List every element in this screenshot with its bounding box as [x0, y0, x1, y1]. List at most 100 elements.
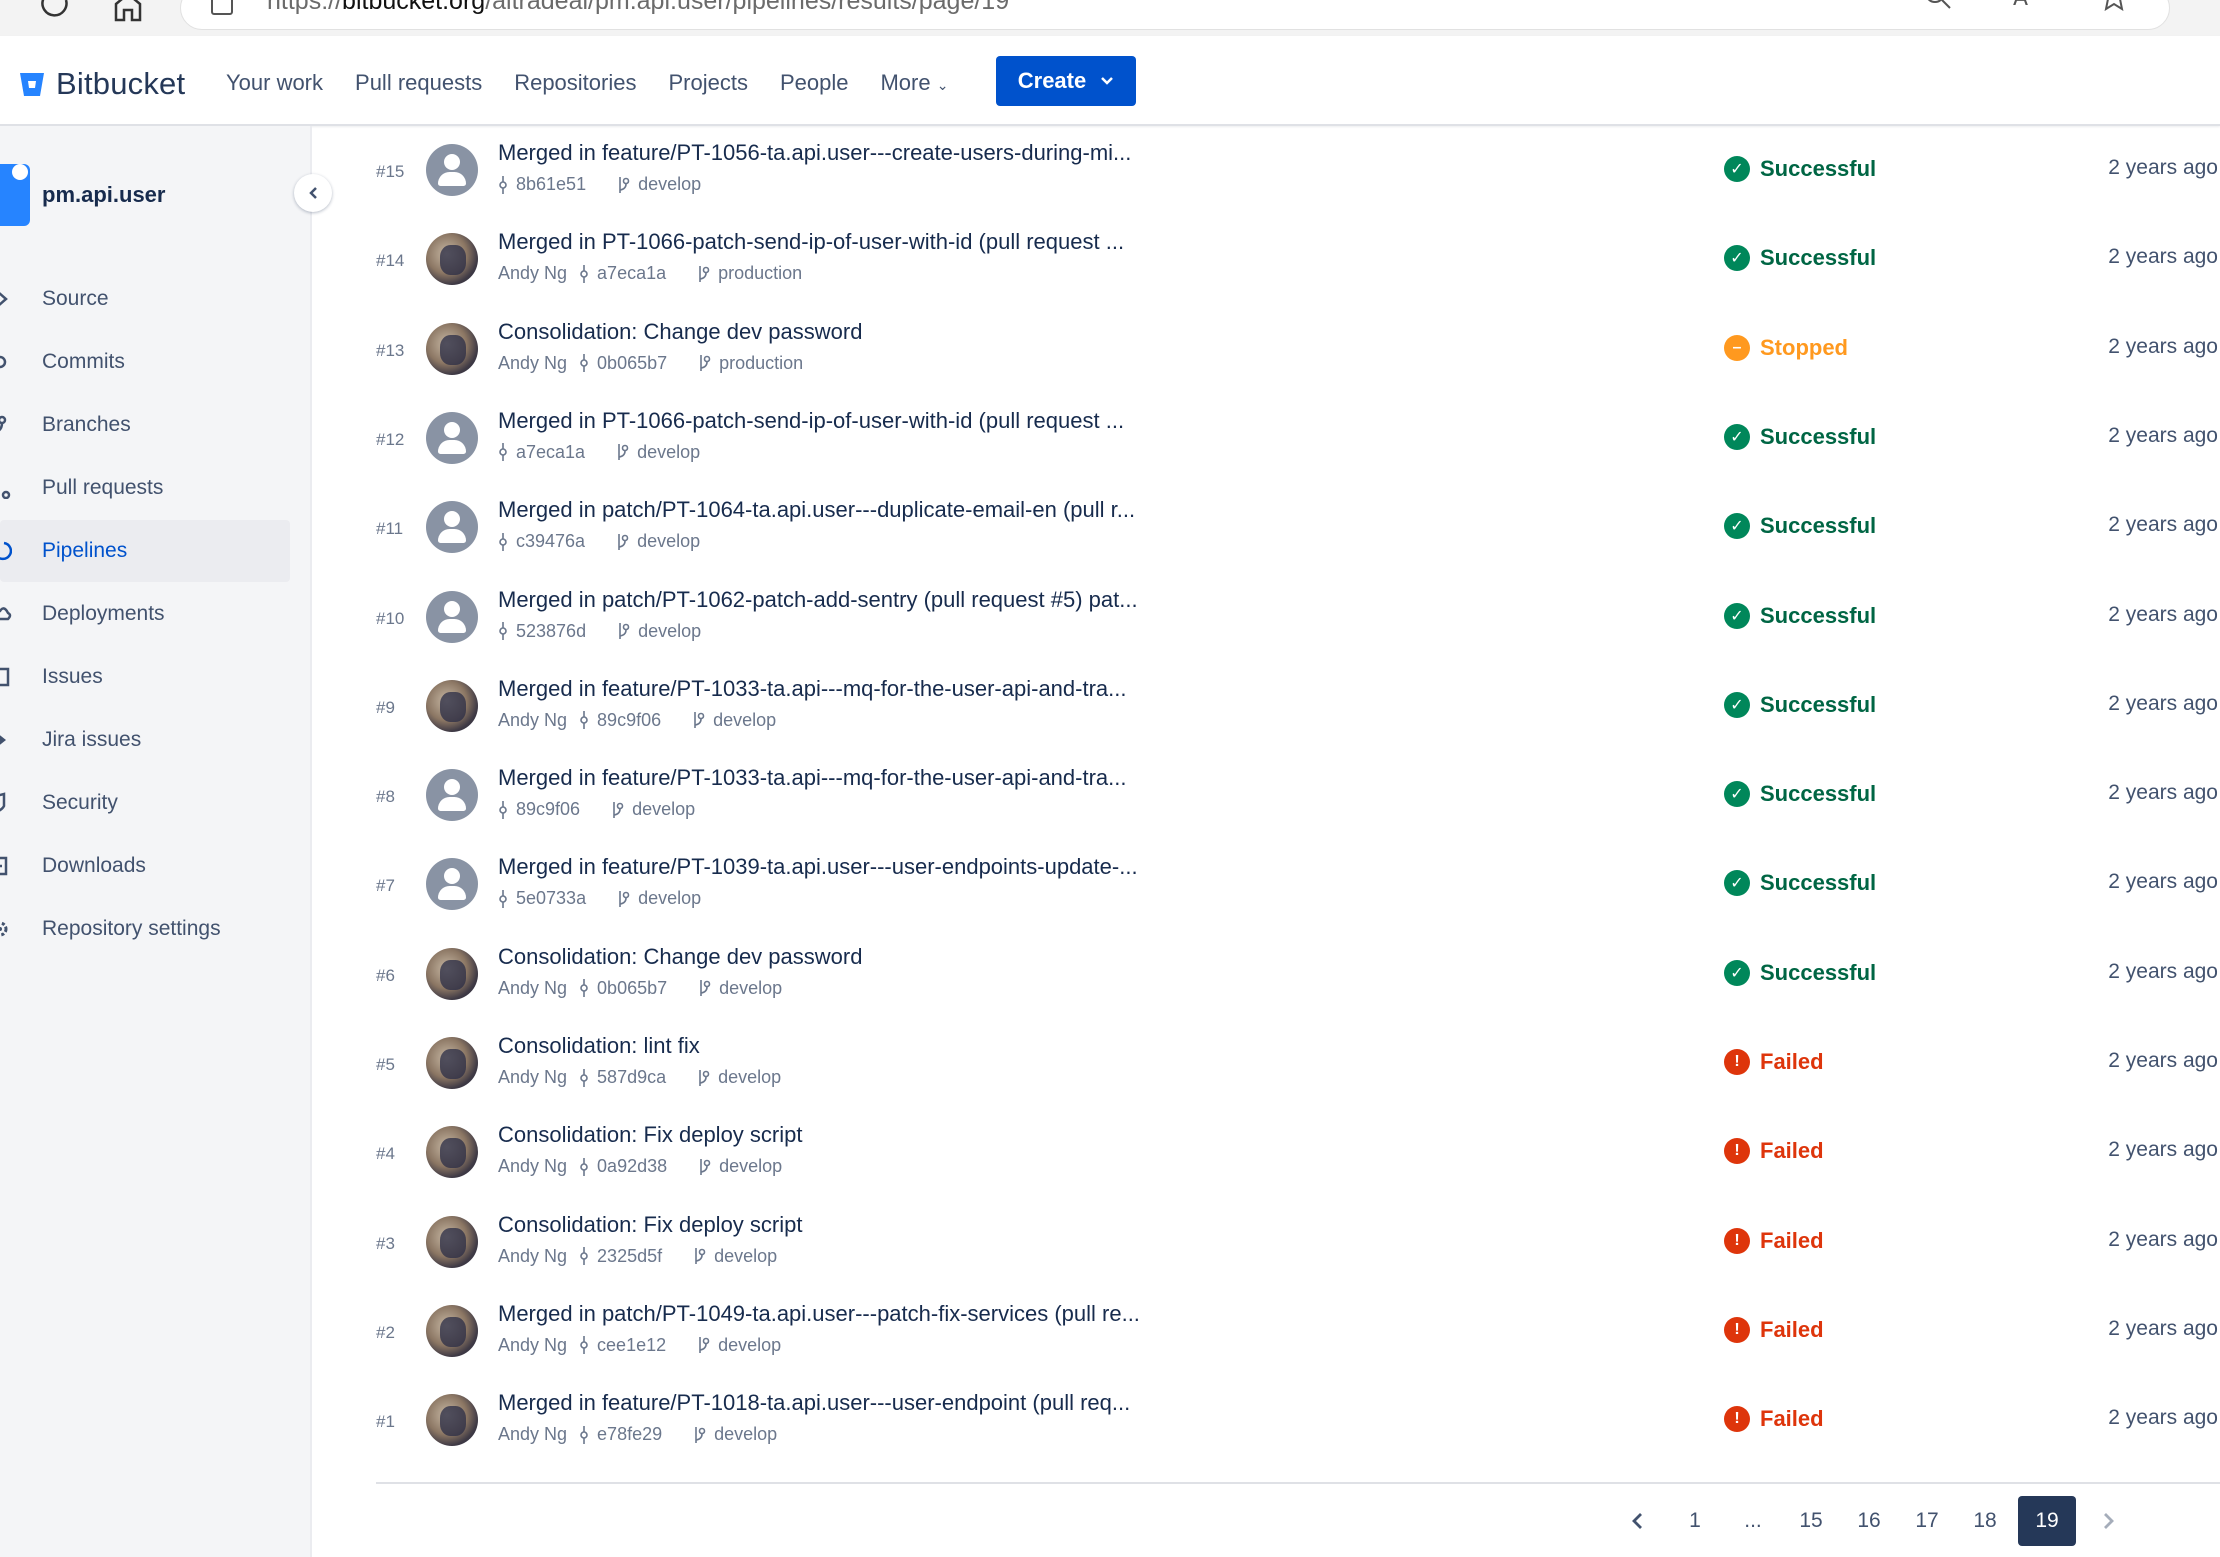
sidebar-item-repository-settings[interactable]: Repository settings: [0, 898, 290, 960]
favorite-star-icon[interactable]: [2099, 0, 2129, 11]
branch-name[interactable]: develop: [718, 1067, 781, 1088]
branch-name[interactable]: production: [719, 353, 803, 374]
pipeline-number[interactable]: #2: [376, 1323, 395, 1343]
sidebar-item-pipelines[interactable]: Pipelines: [0, 520, 290, 582]
pipeline-row[interactable]: #14 Merged in PT-1066-patch-send-ip-of-us…: [376, 215, 2220, 304]
pipeline-number[interactable]: #4: [376, 1144, 395, 1164]
next-page-button[interactable]: [2084, 1496, 2134, 1546]
pipeline-number[interactable]: #1: [376, 1412, 395, 1432]
branch-name[interactable]: develop: [638, 621, 701, 642]
pipeline-number[interactable]: #11: [376, 519, 403, 539]
pipeline-number[interactable]: #13: [376, 341, 404, 361]
branch-name[interactable]: develop: [718, 1335, 781, 1356]
sidebar-item-security[interactable]: Security: [0, 772, 290, 834]
branch-name[interactable]: production: [718, 263, 802, 284]
page-1-button[interactable]: 1: [1670, 1496, 1720, 1546]
pipeline-title[interactable]: Merged in feature/PT-1033-ta.api---mq-fo…: [498, 676, 1126, 702]
sidebar-item-downloads[interactable]: Downloads: [0, 835, 290, 897]
page-16-button[interactable]: 16: [1844, 1496, 1894, 1546]
pipeline-number[interactable]: #7: [376, 876, 395, 896]
nav-projects[interactable]: Projects: [668, 70, 747, 96]
pipeline-number[interactable]: #9: [376, 698, 395, 718]
zoom-icon[interactable]: [1923, 0, 1953, 11]
nav-repositories[interactable]: Repositories: [514, 70, 636, 96]
pipeline-title[interactable]: Consolidation: Change dev password: [498, 319, 862, 345]
sidebar-item-source[interactable]: Source: [0, 268, 290, 330]
pipeline-title[interactable]: Consolidation: lint fix: [498, 1033, 700, 1059]
commit-hash[interactable]: a7eca1a: [516, 442, 585, 463]
pipeline-title[interactable]: Merged in feature/PT-1018-ta.api.user---…: [498, 1390, 1130, 1416]
pipeline-row[interactable]: #6 Consolidation: Change dev password Andy…: [376, 930, 2220, 1019]
pipeline-title[interactable]: Merged in feature/PT-1056-ta.api.user---…: [498, 140, 1131, 166]
pipeline-number[interactable]: #12: [376, 430, 404, 450]
address-bar[interactable]: https://bitbucket.org/aitradeai/pm.api.u…: [180, 0, 2170, 30]
pipeline-title[interactable]: Merged in patch/PT-1062-patch-add-sentry…: [498, 587, 1138, 613]
nav-your-work[interactable]: Your work: [226, 70, 323, 96]
branch-name[interactable]: develop: [637, 442, 700, 463]
pipeline-row[interactable]: #3 Consolidation: Fix deploy script Andy N…: [376, 1198, 2220, 1287]
pipeline-title[interactable]: Consolidation: Change dev password: [498, 944, 862, 970]
reload-icon[interactable]: [36, 0, 76, 26]
page-19-button[interactable]: 19: [2018, 1496, 2076, 1546]
pipeline-number[interactable]: #14: [376, 251, 404, 271]
sidebar-item-commits[interactable]: Commits: [0, 331, 290, 393]
previous-page-button[interactable]: [1612, 1496, 1662, 1546]
commit-hash[interactable]: 0a92d38: [597, 1156, 667, 1177]
home-icon[interactable]: [108, 0, 148, 26]
nav-people[interactable]: People: [780, 70, 849, 96]
branch-name[interactable]: develop: [638, 174, 701, 195]
commit-hash[interactable]: 0b065b7: [597, 978, 667, 999]
pipeline-row[interactable]: #7 Merged in feature/PT-1039-ta.api.user-…: [376, 840, 2220, 929]
commit-hash[interactable]: c39476a: [516, 531, 585, 552]
commit-hash[interactable]: 523876d: [516, 621, 586, 642]
commit-hash[interactable]: 5e0733a: [516, 888, 586, 909]
branch-name[interactable]: develop: [713, 710, 776, 731]
pipeline-title[interactable]: Merged in PT-1066-patch-send-ip-of-user-…: [498, 229, 1124, 255]
pipeline-number[interactable]: #10: [376, 609, 404, 629]
pipeline-number[interactable]: #8: [376, 787, 395, 807]
branch-name[interactable]: develop: [719, 978, 782, 999]
site-info-icon[interactable]: [211, 0, 233, 15]
pipeline-title[interactable]: Merged in PT-1066-patch-send-ip-of-user-…: [498, 408, 1124, 434]
commit-hash[interactable]: 2325d5f: [597, 1246, 662, 1267]
commit-hash[interactable]: 89c9f06: [516, 799, 580, 820]
sidebar-item-deployments[interactable]: Deployments: [0, 583, 290, 645]
read-aloud-icon[interactable]: Aa: [2011, 0, 2041, 11]
page-15-button[interactable]: 15: [1786, 1496, 1836, 1546]
collapse-sidebar-button[interactable]: [294, 174, 332, 212]
pipeline-number[interactable]: #5: [376, 1055, 395, 1075]
branch-name[interactable]: develop: [632, 799, 695, 820]
branch-name[interactable]: develop: [719, 1156, 782, 1177]
pipeline-row[interactable]: #15 Merged in feature/PT-1056-ta.api.user…: [376, 126, 2220, 215]
pipeline-row[interactable]: #2 Merged in patch/PT-1049-ta.api.user---…: [376, 1287, 2220, 1376]
pipeline-title[interactable]: Merged in feature/PT-1033-ta.api---mq-fo…: [498, 765, 1126, 791]
pipeline-title[interactable]: Merged in patch/PT-1049-ta.api.user---pa…: [498, 1301, 1140, 1327]
nav-pull-requests[interactable]: Pull requests: [355, 70, 482, 96]
pipeline-row[interactable]: #13 Consolidation: Change dev password And…: [376, 305, 2220, 394]
sidebar-item-issues[interactable]: Issues: [0, 646, 290, 708]
commit-hash[interactable]: a7eca1a: [597, 263, 666, 284]
commit-hash[interactable]: 89c9f06: [597, 710, 661, 731]
pipeline-row[interactable]: #4 Consolidation: Fix deploy script Andy N…: [376, 1108, 2220, 1197]
pipeline-title[interactable]: Merged in patch/PT-1064-ta.api.user---du…: [498, 497, 1135, 523]
commit-hash[interactable]: 8b61e51: [516, 174, 586, 195]
pipeline-title[interactable]: Consolidation: Fix deploy script: [498, 1212, 802, 1238]
branch-name[interactable]: develop: [638, 888, 701, 909]
pipeline-number[interactable]: #15: [376, 162, 404, 182]
commit-hash[interactable]: e78fe29: [597, 1424, 662, 1445]
commit-hash[interactable]: 587d9ca: [597, 1067, 666, 1088]
pipeline-number[interactable]: #3: [376, 1234, 395, 1254]
commit-hash[interactable]: 0b065b7: [597, 353, 667, 374]
pipeline-row[interactable]: #11 Merged in patch/PT-1064-ta.api.user--…: [376, 483, 2220, 572]
pipeline-row[interactable]: #10 Merged in patch/PT-1062-patch-add-sen…: [376, 573, 2220, 662]
pipeline-row[interactable]: #1 Merged in feature/PT-1018-ta.api.user-…: [376, 1376, 2220, 1465]
branch-name[interactable]: develop: [714, 1246, 777, 1267]
pipeline-row[interactable]: #5 Consolidation: lint fix Andy Ng 587d9ca d…: [376, 1019, 2220, 1108]
nav-more[interactable]: More ⌄: [880, 70, 948, 96]
commit-hash[interactable]: cee1e12: [597, 1335, 666, 1356]
bitbucket-logo[interactable]: Bitbucket: [18, 66, 185, 102]
repository-name[interactable]: pm.api.user: [42, 182, 165, 208]
pipeline-number[interactable]: #6: [376, 966, 395, 986]
sidebar-item-pull-requests[interactable]: Pull requests: [0, 457, 290, 519]
sidebar-item-branches[interactable]: Branches: [0, 394, 290, 456]
